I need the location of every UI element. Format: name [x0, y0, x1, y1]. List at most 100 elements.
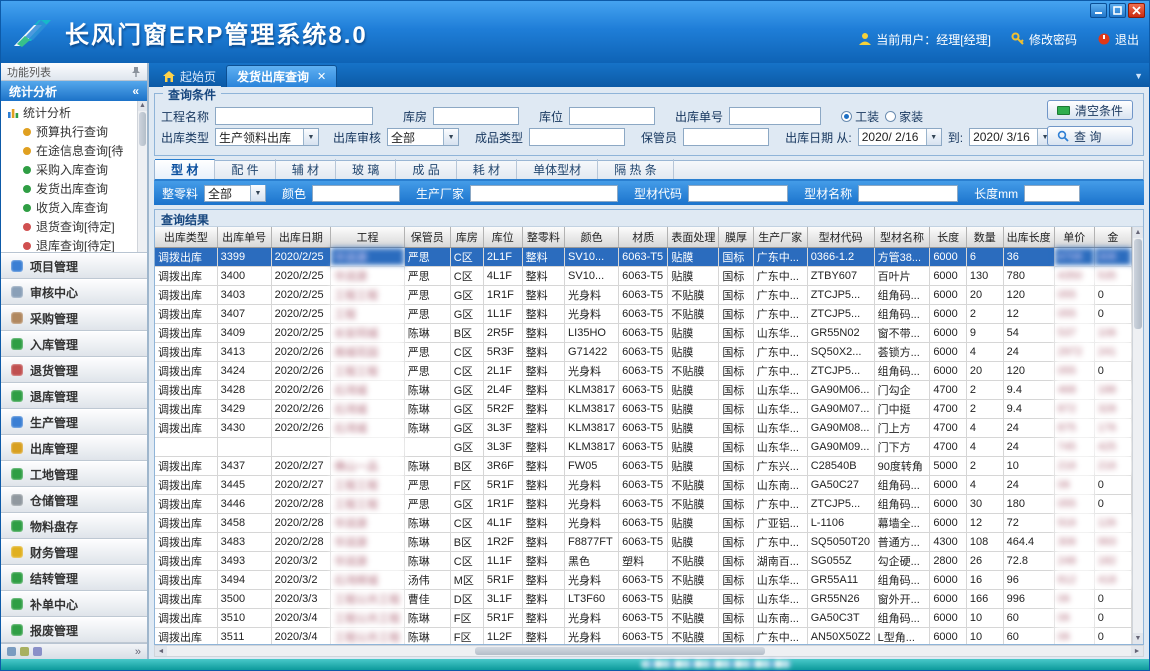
warehouse-input[interactable]	[433, 107, 519, 125]
sidebar-accordion-item[interactable]: 生产管理	[1, 409, 147, 435]
manufacturer-input[interactable]	[470, 185, 618, 202]
column-header[interactable]: 材质	[619, 227, 668, 247]
clear-conditions-button[interactable]: 清空条件	[1047, 100, 1133, 120]
change-password-button[interactable]: 修改密码	[1011, 31, 1077, 48]
table-row[interactable]: 调拨出库35102020/3/4工程公共工程陈琳F区5R1F整料光身料6063-…	[155, 608, 1132, 627]
column-header[interactable]: 出库长度	[1003, 227, 1054, 247]
scroll-up-icon[interactable]: ▲	[138, 101, 147, 111]
column-header[interactable]: 长度	[930, 227, 967, 247]
scroll-left-icon[interactable]: ◄	[155, 646, 167, 656]
sidebar-accordion-item[interactable]: 结转管理	[1, 565, 147, 591]
folder-icon[interactable]	[7, 647, 16, 656]
color-input[interactable]	[312, 185, 400, 202]
column-header[interactable]: 型材代码	[807, 227, 874, 247]
sidebar-accordion-item[interactable]: 财务管理	[1, 539, 147, 565]
profile-name-input[interactable]	[858, 185, 958, 202]
sidebar-accordion-item[interactable]: 审核中心	[1, 279, 147, 305]
table-row[interactable]: 调拨出库34372020/2/27佛山一品陈琳B区3R6F整料FW056063-…	[155, 456, 1132, 475]
material-tab[interactable]: 成 品	[396, 159, 456, 179]
column-header[interactable]: 工程	[331, 227, 405, 247]
sidebar-tree-item[interactable]: 采购入库查询	[7, 160, 137, 179]
sidebar-accordion-item[interactable]: 物料盘存	[1, 513, 147, 539]
material-tab[interactable]: 玻 璃	[336, 159, 396, 179]
tab-shipping-outbound-query[interactable]: 发货出库查询 ✕	[226, 65, 337, 87]
table-row[interactable]: 调拨出库34292020/2/26石湾城陈琳G区5R2F整料KLM3817606…	[155, 399, 1132, 418]
material-tab[interactable]: 隔 热 条	[598, 159, 674, 179]
more-icon[interactable]: »	[135, 646, 141, 658]
sidebar-accordion-item[interactable]: 退货管理	[1, 357, 147, 383]
sidebar-accordion-item[interactable]: 报废管理	[1, 617, 147, 643]
column-header[interactable]: 出库类型	[155, 227, 217, 247]
material-tab[interactable]: 单体型材	[517, 159, 598, 179]
sidebar-accordion-item[interactable]: 退库管理	[1, 383, 147, 409]
column-header[interactable]: 单价	[1054, 227, 1094, 247]
sidebar-tree-item[interactable]: 退货查询[待定]	[7, 217, 137, 236]
table-row[interactable]: 调拨出库34132020/2/26南城花园严思C区5R3F整料G71422606…	[155, 342, 1132, 361]
material-tab[interactable]: 型 材	[155, 159, 215, 179]
column-header[interactable]: 表面处理	[668, 227, 719, 247]
column-header[interactable]: 出库单号	[217, 227, 271, 247]
material-tab[interactable]: 耗 材	[457, 159, 517, 179]
sidebar-accordion-item[interactable]: 入库管理	[1, 331, 147, 357]
column-header[interactable]: 生产厂家	[753, 227, 807, 247]
tree-root-statistics[interactable]: 统计分析	[7, 103, 137, 122]
table-row[interactable]: 调拨出库34942020/3/2石湾辉城汤伟M区5R1F整料光身料6063-T5…	[155, 570, 1132, 589]
sidebar-accordion-item[interactable]: 出库管理	[1, 435, 147, 461]
profile-code-input[interactable]	[688, 185, 788, 202]
sidebar-section-statistics[interactable]: 统计分析 «	[1, 81, 147, 101]
table-row[interactable]: 调拨出库34032020/2/25工程工程严思G区1R1F整料光身料6063-T…	[155, 285, 1132, 304]
computer-icon[interactable]	[20, 647, 29, 656]
sidebar-tree-item[interactable]: 退库查询[待定]	[7, 236, 137, 253]
collapse-icon[interactable]: «	[132, 84, 139, 98]
table-row[interactable]: 调拨出库34072020/2/25工程严思G区1L1F整料光身料6063-T5不…	[155, 304, 1132, 323]
scrollbar-thumb[interactable]	[1134, 239, 1142, 329]
table-row[interactable]: 调拨出库34462020/2/28工程工程严思G区1R1F整料光身料6063-T…	[155, 494, 1132, 513]
audit-select[interactable]: 全部 ▼	[387, 128, 459, 146]
table-row[interactable]: 调拨出库34282020/2/26石湾城陈琳G区2L4F整料KLM3817606…	[155, 380, 1132, 399]
table-row[interactable]: 调拨出库34932020/3/2华润源陈琳C区1L1F整料黑色塑料不贴膜国标湖南…	[155, 551, 1132, 570]
scroll-right-icon[interactable]: ►	[1131, 646, 1143, 656]
whole-piece-select[interactable]: 全部 ▼	[204, 185, 266, 202]
date-to-picker[interactable]: 2020/ 3/16 ▼	[969, 128, 1053, 146]
disk-icon[interactable]	[33, 647, 42, 656]
sidebar-tree-item[interactable]: 发货出库查询	[7, 179, 137, 198]
column-header[interactable]: 数量	[966, 227, 1003, 247]
column-header[interactable]: 库位	[483, 227, 522, 247]
table-row[interactable]: 调拨出库34302020/2/26石湾城陈琳G区3L3F整料KLM3817606…	[155, 418, 1132, 437]
order-no-input[interactable]	[729, 107, 821, 125]
sidebar-tree-item[interactable]: 预算执行查询	[7, 122, 137, 141]
maximize-button[interactable]	[1109, 3, 1126, 18]
out-type-select[interactable]: 生产领料出库 ▼	[215, 128, 319, 146]
sidebar-accordion-item[interactable]: 补单中心	[1, 591, 147, 617]
column-header[interactable]: 金	[1094, 227, 1131, 247]
column-header[interactable]: 出库日期	[271, 227, 331, 247]
pin-icon[interactable]	[131, 66, 141, 77]
close-button[interactable]	[1128, 3, 1145, 18]
table-row[interactable]: 调拨出库35112020/3/4工程公共工程陈琳F区1L2F整料光身料6063-…	[155, 627, 1132, 644]
location-input[interactable]	[569, 107, 655, 125]
minimize-button[interactable]	[1090, 3, 1107, 18]
column-header[interactable]: 保管员	[404, 227, 450, 247]
table-row[interactable]: 调拨出库34092020/2/25长安同城陈琳B区2R5F整料LI35HO606…	[155, 323, 1132, 342]
column-header[interactable]: 库房	[450, 227, 483, 247]
table-row[interactable]: G区3L3F整料KLM38176063-T5贴膜国标山东华...GA90M09.…	[155, 437, 1132, 456]
results-vertical-scrollbar[interactable]: ▲ ▼	[1132, 227, 1143, 644]
column-header[interactable]: 整零料	[522, 227, 564, 247]
logout-button[interactable]: 退出	[1097, 31, 1139, 48]
radio-jiazhuang[interactable]: 家装	[885, 108, 923, 125]
length-input[interactable]	[1024, 185, 1080, 202]
sidebar-tree-item[interactable]: 收货入库查询	[7, 198, 137, 217]
table-row[interactable]: 调拨出库34832020/2/28华润源陈琳B区1R2F整料F8877FT606…	[155, 532, 1132, 551]
search-button[interactable]: 查 询	[1047, 126, 1133, 146]
date-from-picker[interactable]: 2020/ 2/16 ▼	[858, 128, 942, 146]
tree-scrollbar[interactable]: ▲	[137, 101, 147, 252]
scroll-down-icon[interactable]: ▼	[1133, 633, 1143, 644]
table-row[interactable]: 调拨出库33992020/2/25华润源严思C区2L1F整料SV10...606…	[155, 247, 1132, 266]
results-horizontal-scrollbar[interactable]: ◄ ►	[154, 645, 1144, 657]
sidebar-accordion-item[interactable]: 工地管理	[1, 461, 147, 487]
tab-home[interactable]: 起始页	[153, 65, 226, 87]
radio-gongzhuang[interactable]: 工装	[841, 108, 879, 125]
close-tab-icon[interactable]: ✕	[317, 70, 326, 83]
table-row[interactable]: 调拨出库35002020/3/3工程公共工程曹佳D区3L1F整料LT3F6060…	[155, 589, 1132, 608]
sidebar-accordion-item[interactable]: 采购管理	[1, 305, 147, 331]
